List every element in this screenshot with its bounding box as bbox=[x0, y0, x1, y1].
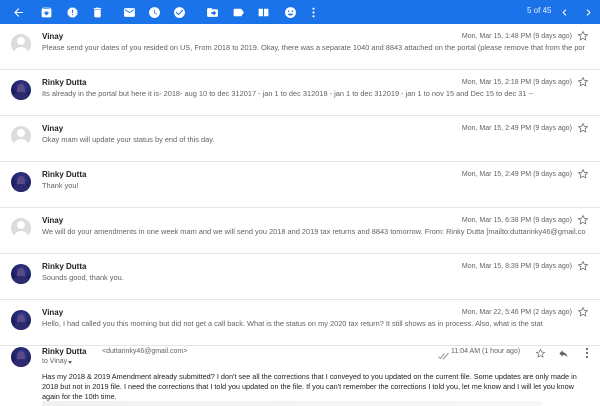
message-counter: 5 of 45 bbox=[527, 6, 552, 15]
more-vert-icon[interactable] bbox=[305, 4, 321, 20]
message-date: Mon, Mar 15, 2:18 PM (9 days ago) bbox=[461, 79, 572, 86]
thread-message[interactable]: Rinky Dutta Mon, Mar 15, 8:39 PM (9 days… bbox=[0, 254, 600, 300]
message-snippet: Thank you! bbox=[42, 181, 79, 190]
star-icon[interactable] bbox=[535, 346, 547, 358]
thread-message[interactable]: Vinay Mon, Mar 15, 1:48 PM (9 days ago) … bbox=[0, 24, 600, 70]
double-check-icon bbox=[438, 347, 450, 360]
recipient-dropdown-icon[interactable] bbox=[68, 361, 72, 364]
message-snippet: Okay mam will update your status by end … bbox=[42, 135, 215, 144]
back-arrow-icon[interactable] bbox=[10, 4, 26, 20]
message-snippet: Hello, I had called you this morning but… bbox=[42, 319, 543, 328]
report-spam-icon[interactable] bbox=[64, 4, 80, 20]
thread-message[interactable]: Vinay Mon, Mar 15, 6:38 PM (9 days ago) … bbox=[0, 208, 600, 254]
archive-icon[interactable] bbox=[38, 4, 54, 20]
thread-message[interactable]: Rinky Dutta Mon, Mar 15, 2:18 PM (9 days… bbox=[0, 70, 600, 116]
avatar bbox=[11, 34, 31, 54]
avatar bbox=[11, 264, 31, 284]
split-view-icon[interactable] bbox=[255, 4, 271, 20]
labels-icon[interactable] bbox=[230, 4, 246, 20]
avatar bbox=[11, 172, 31, 192]
avatar bbox=[11, 80, 31, 100]
message-date: Mon, Mar 15, 2:49 PM (9 days ago) bbox=[461, 171, 572, 178]
reply-icon[interactable] bbox=[558, 346, 570, 358]
more-vert-icon[interactable] bbox=[583, 346, 591, 359]
sender-name: Vinay bbox=[42, 32, 64, 41]
star-icon[interactable] bbox=[577, 213, 591, 227]
star-icon[interactable] bbox=[577, 167, 591, 181]
expanded-message: Rinky Dutta <duttarinky46@gmail.com> to … bbox=[0, 337, 600, 406]
sender-name: Rinky Dutta bbox=[42, 78, 87, 87]
star-icon[interactable] bbox=[577, 121, 591, 135]
star-icon[interactable] bbox=[577, 75, 591, 89]
emoji-icon[interactable] bbox=[282, 4, 298, 20]
chevron-right-icon[interactable] bbox=[580, 4, 596, 20]
avatar bbox=[11, 310, 31, 330]
message-snippet: Its already in the portal but here it is… bbox=[42, 89, 534, 98]
message-snippet: Please send your dates of you resided on… bbox=[42, 43, 585, 52]
message-body: Has my 2018 & 2019 Amendment already sub… bbox=[42, 372, 577, 401]
message-date: Mon, Mar 15, 8:39 PM (9 days ago) bbox=[461, 263, 572, 270]
message-date: 11:04 AM (1 hour ago) bbox=[451, 348, 521, 355]
message-date: Mon, Mar 15, 1:48 PM (9 days ago) bbox=[461, 33, 572, 40]
sender-email: <duttarinky46@gmail.com> bbox=[102, 348, 188, 355]
avatar bbox=[11, 126, 31, 146]
message-date: Mon, Mar 15, 2:49 PM (9 days ago) bbox=[461, 125, 572, 132]
star-icon[interactable] bbox=[577, 305, 591, 319]
message-snippet: We will do your amendments in one week m… bbox=[42, 227, 586, 236]
sender-name: Vinay bbox=[42, 216, 64, 225]
add-task-icon[interactable] bbox=[171, 4, 187, 20]
delete-icon[interactable] bbox=[89, 4, 105, 20]
truncated-text-line bbox=[42, 401, 542, 406]
sender-name: Vinay bbox=[42, 124, 64, 133]
sender-name: Rinky Dutta bbox=[42, 170, 87, 179]
thread-message[interactable]: Vinay Mon, Mar 15, 2:49 PM (9 days ago) … bbox=[0, 116, 600, 162]
avatar bbox=[11, 218, 31, 238]
message-toolbar: 5 of 45 bbox=[0, 0, 600, 24]
thread-message[interactable]: Rinky Dutta Mon, Mar 15, 2:49 PM (9 days… bbox=[0, 162, 600, 208]
sender-name: Rinky Dutta bbox=[42, 262, 87, 271]
avatar bbox=[11, 347, 31, 367]
sender-name: Vinay bbox=[42, 308, 64, 317]
message-snippet: Sounds good, thank you. bbox=[42, 273, 124, 282]
mark-unread-icon[interactable] bbox=[121, 4, 137, 20]
chevron-left-icon[interactable] bbox=[556, 4, 572, 20]
recipient-line[interactable]: to Vinay bbox=[42, 358, 67, 365]
star-icon[interactable] bbox=[577, 29, 591, 43]
message-date: Mon, Mar 22, 5:46 PM (2 days ago) bbox=[461, 309, 572, 316]
star-icon[interactable] bbox=[577, 259, 591, 273]
snooze-icon[interactable] bbox=[146, 4, 162, 20]
message-date: Mon, Mar 15, 6:38 PM (9 days ago) bbox=[461, 217, 572, 224]
move-to-icon[interactable] bbox=[204, 4, 220, 20]
sender-name: Rinky Dutta bbox=[42, 347, 87, 356]
